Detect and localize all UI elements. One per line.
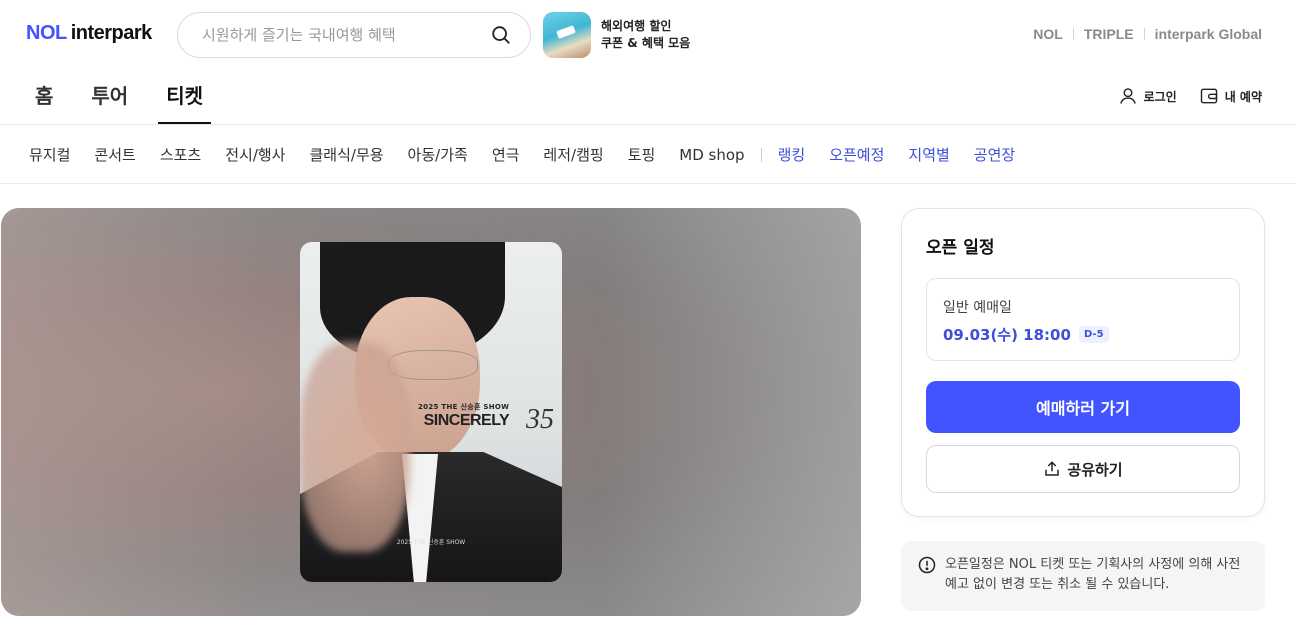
tab-tour[interactable]: 투어 — [91, 70, 128, 124]
category-theater[interactable]: 연극 — [492, 144, 520, 165]
brand-link-triple[interactable]: TRIPLE — [1084, 26, 1134, 42]
poster-number: 35 — [526, 404, 554, 435]
tab-ticket[interactable]: 티켓 — [158, 70, 211, 124]
site-logo[interactable]: NOL interpark — [26, 22, 152, 48]
dday-badge: D-5 — [1078, 326, 1109, 343]
category-concert[interactable]: 콘서트 — [94, 144, 135, 165]
category-exhibition[interactable]: 전시/행사 — [225, 144, 285, 165]
nav-venues[interactable]: 공연장 — [974, 144, 1015, 165]
notice-text: 오픈일정은 NOL 티켓 또는 기획사의 사정에 의해 사전예고 없이 변경 또… — [945, 557, 1241, 592]
overseas-promo-banner[interactable]: 해외여행 할인 쿠폰 & 혜택 모음 — [543, 12, 690, 58]
main-tabs: 홈 투어 티켓 — [35, 70, 241, 124]
login-label: 로그인 — [1143, 89, 1177, 104]
promo-thumbnail — [543, 12, 591, 58]
brand-links: NOL TRIPLE interpark Global — [1033, 26, 1262, 42]
share-icon — [1045, 461, 1060, 476]
category-md-shop[interactable]: MD shop — [679, 146, 744, 164]
divider — [1072, 28, 1074, 40]
share-label: 공유하기 — [1067, 460, 1123, 479]
schedule-datetime: 09.03(수) 18:00 — [943, 326, 1071, 344]
my-reservation-link[interactable]: 내 예약 — [1199, 86, 1262, 106]
search-icon[interactable] — [490, 24, 512, 46]
schedule-label: 일반 예매일 — [943, 300, 1012, 316]
promo-text: 해외여행 할인 쿠폰 & 혜택 모음 — [601, 18, 690, 52]
schedule-notice: 오픈일정은 NOL 티켓 또는 기획사의 사정에 의해 사전예고 없이 변경 또… — [901, 541, 1265, 611]
category-sports[interactable]: 스포츠 — [160, 144, 201, 165]
category-leisure-camping[interactable]: 레저/캠핑 — [543, 144, 603, 165]
poster-small-title: 2025 THE 신승훈 SHOW — [418, 403, 510, 411]
poster-figure-hand — [300, 342, 410, 552]
promo-line-1: 해외여행 할인 — [601, 19, 672, 33]
user-links: 로그인 내 예약 — [1118, 86, 1262, 106]
open-schedule-panel: 오픈 일정 일반 예매일 09.03(수) 18:00 D-5 예매하러 가기 … — [901, 208, 1265, 517]
wallet-icon — [1200, 88, 1217, 104]
search-input[interactable] — [202, 26, 490, 44]
share-button[interactable]: 공유하기 — [926, 445, 1240, 493]
category-classic-dance[interactable]: 클래식/무용 — [309, 144, 383, 165]
category-musical[interactable]: 뮤지컬 — [29, 144, 70, 165]
info-icon — [918, 556, 936, 574]
promo-line-2: 쿠폰 & 혜택 모음 — [601, 36, 691, 50]
brand-link-interpark-global[interactable]: interpark Global — [1155, 26, 1262, 42]
divider — [760, 147, 762, 162]
event-poster[interactable]: 2025 THE 신승훈 SHOW SINCERELY 35 2025 THE … — [300, 242, 562, 582]
top-bar: NOL interpark 해외여행 할인 쿠폰 & 혜택 모음 NOL TRI… — [0, 0, 1296, 70]
nav-ranking[interactable]: 랭킹 — [778, 144, 806, 165]
brand-link-nol[interactable]: NOL — [1033, 26, 1063, 42]
logo-interpark: interpark — [70, 22, 153, 44]
my-reservation-label: 내 예약 — [1224, 89, 1262, 104]
login-link[interactable]: 로그인 — [1118, 86, 1177, 106]
user-icon — [1119, 88, 1136, 104]
schedule-box: 일반 예매일 09.03(수) 18:00 D-5 — [926, 278, 1240, 361]
tab-home[interactable]: 홈 — [35, 70, 53, 124]
hero-banner: 2025 THE 신승훈 SHOW SINCERELY 35 2025 THE … — [1, 208, 861, 616]
search-bar — [177, 12, 531, 58]
divider — [1143, 28, 1145, 40]
poster-big-title: SINCERELY — [423, 412, 510, 429]
category-nav: 뮤지컬 콘서트 스포츠 전시/행사 클래식/무용 아동/가족 연극 레저/캠핑 … — [0, 126, 1296, 184]
book-button[interactable]: 예매하러 가기 — [926, 381, 1240, 433]
category-kids-family[interactable]: 아동/가족 — [408, 144, 468, 165]
poster-title: 2025 THE 신승훈 SHOW SINCERELY 35 — [418, 402, 554, 435]
panel-title: 오픈 일정 — [926, 238, 995, 258]
logo-nol: NOL — [26, 22, 67, 44]
nav-open-schedule[interactable]: 오픈예정 — [829, 144, 884, 165]
poster-footer: 2025 THE 신승훈 SHOW — [396, 539, 466, 546]
schedule-row: 09.03(수) 18:00 D-5 — [943, 324, 1223, 345]
main-nav: 홈 투어 티켓 로그인 내 예약 — [0, 70, 1296, 125]
nav-by-region[interactable]: 지역별 — [908, 144, 949, 165]
category-topping[interactable]: 토핑 — [628, 144, 656, 165]
